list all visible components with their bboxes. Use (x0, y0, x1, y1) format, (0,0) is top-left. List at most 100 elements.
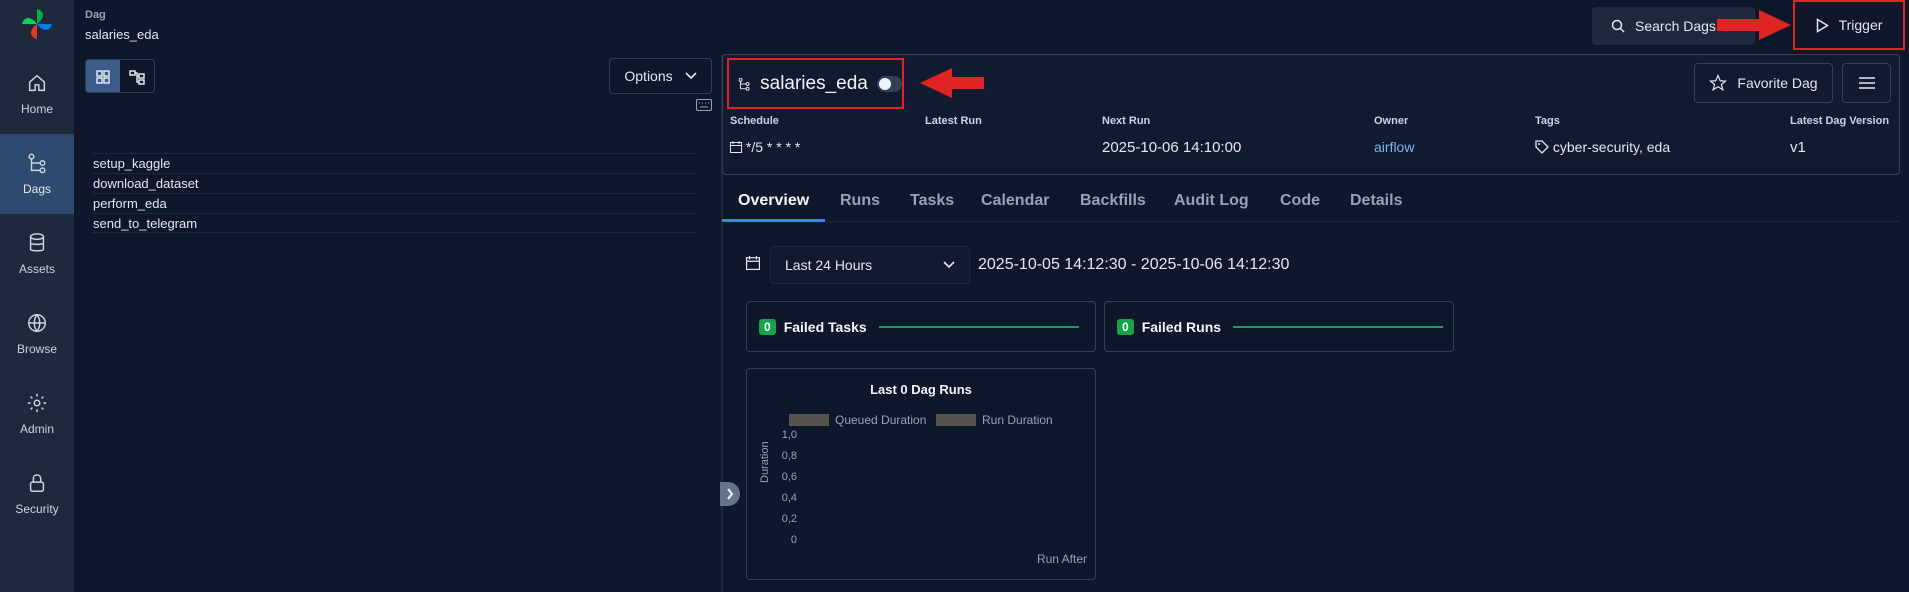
dags-icon (28, 153, 46, 174)
nav-security-label: Security (15, 502, 59, 516)
version-label: Latest Dag Version (1790, 115, 1890, 127)
schedule-text: */5 * * * * (745, 139, 801, 155)
calendar-icon (746, 256, 760, 270)
task-item[interactable]: setup_kaggle (92, 153, 696, 173)
nav-admin-label: Admin (19, 422, 54, 436)
breadcrumb-value[interactable]: salaries_eda (85, 27, 159, 42)
search-icon (1611, 19, 1625, 33)
tags-label: Tags (1535, 115, 1560, 127)
y-tick: 1,0 (781, 429, 797, 441)
schedule-label: Schedule (730, 115, 779, 127)
legend-queued-label: Queued Duration (835, 413, 927, 427)
nav-security[interactable]: Security (0, 454, 74, 534)
grid-icon (96, 70, 110, 84)
tab-calendar[interactable]: Calendar (981, 186, 1049, 222)
trigger-label: Trigger (1838, 17, 1883, 33)
failed-runs-card[interactable]: 0 Failed Runs (1104, 301, 1454, 352)
tab-tasks[interactable]: Tasks (910, 186, 954, 222)
tags-value: cyber-security, eda (1535, 139, 1670, 155)
side-nav: Home Dags Assets Browse Admin Security (0, 0, 74, 592)
search-dags-label: Search Dags (1635, 18, 1716, 34)
nav-assets[interactable]: Assets (0, 214, 74, 294)
task-item[interactable]: download_dataset (92, 173, 696, 193)
tab-audit-log[interactable]: Audit Log (1174, 186, 1249, 222)
next-run-value: 2025-10-06 14:10:00 (1102, 139, 1242, 156)
tab-details[interactable]: Details (1350, 186, 1402, 222)
lock-icon (29, 474, 45, 492)
tab-runs[interactable]: Runs (840, 186, 880, 222)
next-run-label: Next Run (1102, 115, 1151, 127)
graph-icon (129, 70, 145, 85)
play-icon (1816, 17, 1829, 33)
legend-run-label: Run Duration (982, 413, 1053, 427)
legend-queued[interactable]: Queued Duration (789, 413, 926, 427)
chevron-down-icon (685, 72, 697, 80)
dag-tabs: Overview Runs Tasks Calendar Backfills A… (722, 186, 1900, 222)
options-button[interactable]: Options (609, 58, 712, 94)
owner-label: Owner (1374, 115, 1409, 127)
y-tick: 0,2 (781, 513, 797, 525)
time-range-label: Last 24 Hours (785, 257, 873, 273)
dag-runs-chart: Last 0 Dag Runs Queued Duration Run Dura… (746, 368, 1096, 580)
x-axis-label: Run After (1036, 552, 1087, 566)
nav-dags-label: Dags (22, 182, 51, 196)
nav-home-label: Home (20, 102, 53, 116)
time-range-select[interactable]: Last 24 Hours (770, 246, 970, 284)
collapse-panel-button[interactable] (720, 482, 740, 506)
annotation-arrow-title (920, 68, 984, 98)
y-tick: 0,8 (781, 450, 797, 462)
home-icon (28, 74, 46, 92)
y-axis-label: Duration (759, 441, 771, 483)
chart-title: Last 0 Dag Runs (870, 382, 972, 397)
annotation-arrow-trigger (1717, 10, 1791, 40)
dag-name: salaries_eda (760, 72, 868, 94)
grid-view-button[interactable] (86, 60, 120, 92)
options-label: Options (624, 68, 673, 84)
chevron-right-icon (727, 488, 734, 500)
dag-title: salaries_eda (727, 58, 904, 109)
tag-icon (1535, 140, 1549, 154)
failed-runs-count: 0 (1117, 318, 1134, 335)
tab-backfills[interactable]: Backfills (1080, 186, 1146, 222)
favorite-dag-button[interactable]: Favorite Dag (1694, 63, 1833, 103)
keyboard-icon[interactable] (696, 99, 712, 111)
graph-view-button[interactable] (120, 60, 154, 92)
nav-browse[interactable]: Browse (0, 294, 74, 374)
database-icon (29, 233, 45, 252)
nav-dags[interactable]: Dags (0, 134, 74, 214)
view-toggle (85, 59, 155, 93)
latest-run-label: Latest Run (925, 115, 982, 127)
dag-pause-toggle[interactable] (876, 75, 902, 92)
star-icon (1709, 74, 1728, 92)
globe-icon (28, 314, 46, 333)
nav-assets-label: Assets (18, 262, 55, 276)
legend-run[interactable]: Run Duration (936, 413, 1053, 427)
owner-link[interactable]: airflow (1374, 139, 1414, 155)
tab-code[interactable]: Code (1280, 186, 1320, 222)
task-item[interactable]: send_to_telegram (92, 213, 696, 233)
airflow-logo[interactable] (17, 4, 57, 44)
schedule-value: */5 * * * * (730, 139, 800, 155)
failed-runs-label: Failed Runs (1141, 318, 1222, 335)
menu-button[interactable] (1842, 63, 1891, 103)
chevron-down-icon (943, 261, 955, 269)
trigger-button[interactable]: Trigger (1793, 0, 1905, 50)
nav-browse-label: Browse (16, 342, 57, 356)
breadcrumb: Dag salaries_eda (85, 9, 159, 42)
nav-home[interactable]: Home (0, 54, 74, 134)
y-tick: 0,6 (781, 471, 797, 483)
failed-tasks-count: 0 (759, 318, 776, 335)
dag-icon (738, 77, 750, 91)
tab-overview[interactable]: Overview (722, 186, 825, 222)
task-item[interactable]: perform_eda (92, 193, 696, 213)
tags-text: cyber-security, eda (1552, 139, 1671, 155)
hamburger-icon (1858, 77, 1875, 89)
failed-tasks-sparkline (878, 325, 1079, 328)
time-range-text: 2025-10-05 14:12:30 - 2025-10-06 14:12:3… (978, 256, 1290, 273)
nav-admin[interactable]: Admin (0, 374, 74, 454)
y-tick: 0,4 (781, 492, 797, 504)
gear-icon (27, 393, 47, 413)
failed-tasks-card[interactable]: 0 Failed Tasks (746, 301, 1096, 352)
y-tick: 0 (790, 534, 797, 546)
failed-runs-sparkline (1233, 325, 1444, 328)
